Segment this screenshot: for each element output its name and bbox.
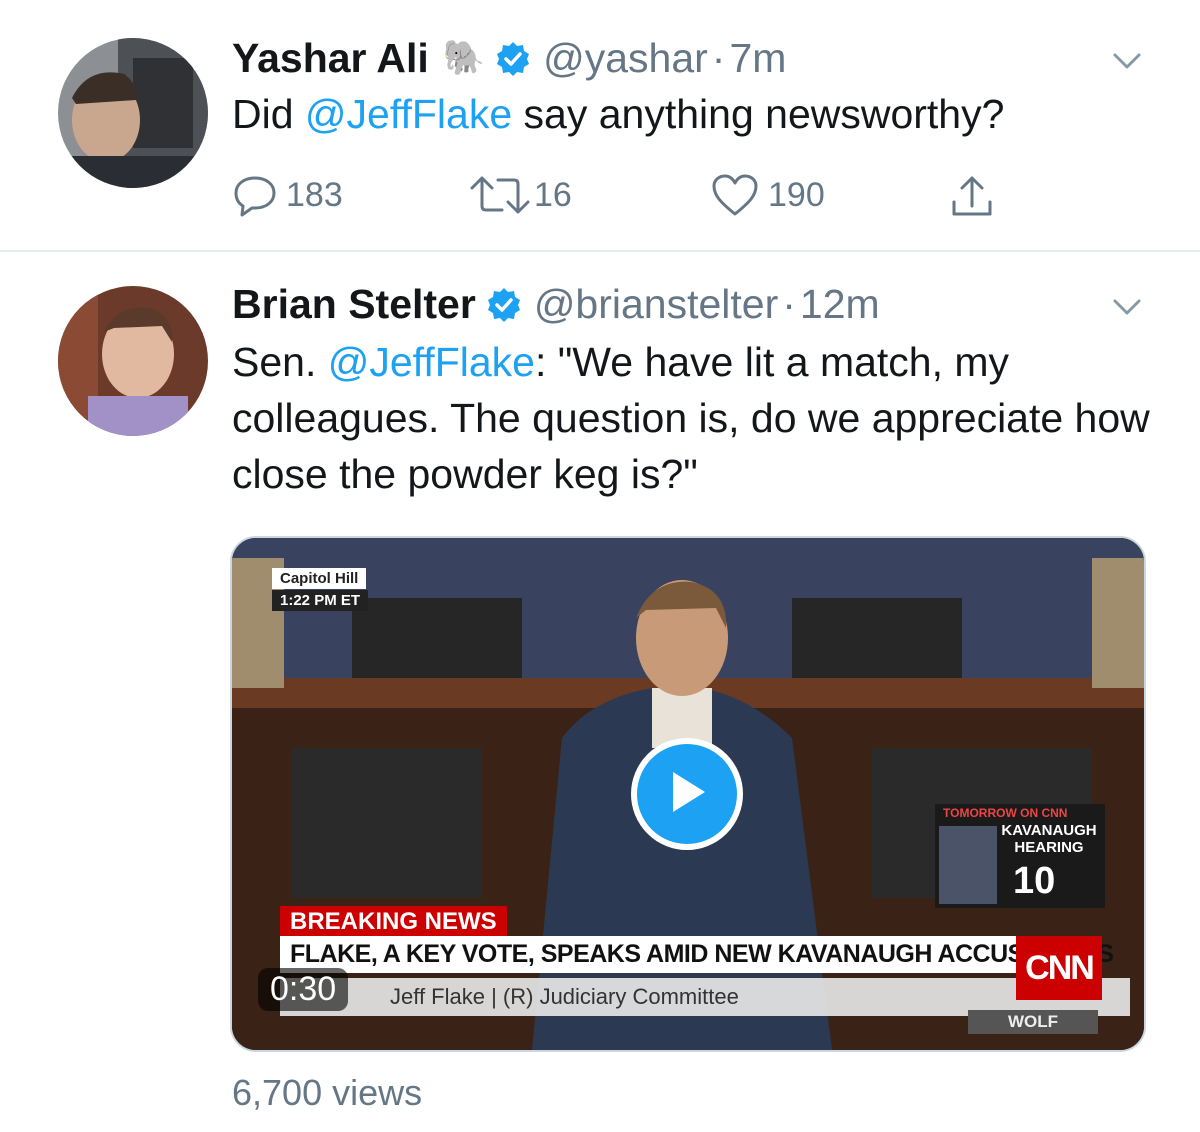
location-bug: Capitol Hill <box>272 568 367 589</box>
share-icon <box>948 174 996 220</box>
tweet-text: Did @JeffFlake say anything newsworthy? <box>232 86 1162 142</box>
mention-link[interactable]: @JeffFlake <box>328 339 535 385</box>
display-name[interactable]: Yashar Ali <box>232 35 429 82</box>
view-count: 6,700 views <box>232 1072 423 1113</box>
tweet-text-prefix: Sen. <box>232 339 328 385</box>
avatar[interactable] <box>58 286 208 436</box>
tweet-header: Brian Stelter @brianstelter · 12m <box>232 276 880 332</box>
tweet-text-prefix: Did <box>232 91 305 137</box>
retweet-count: 16 <box>534 175 572 214</box>
share-button[interactable] <box>948 174 996 220</box>
elephant-emoji: 🐘 <box>442 39 486 77</box>
user-handle[interactable]: @brianstelter <box>534 281 778 328</box>
play-icon <box>665 768 709 821</box>
reply-button[interactable]: 183 <box>232 172 343 218</box>
promo-heading: TOMORROW ON CNN <box>943 806 1068 820</box>
mention-link[interactable]: @JeffFlake <box>305 91 512 137</box>
chevron-down-icon[interactable] <box>1112 46 1142 76</box>
separator-dot: · <box>711 34 726 81</box>
verified-badge-icon <box>486 286 522 322</box>
play-button[interactable] <box>631 738 743 850</box>
timestamp[interactable]: 7m <box>729 35 786 82</box>
promo-title: KAVANAUGH HEARING <box>1001 822 1097 856</box>
promo-box: TOMORROW ON CNN KAVANAUGH HEARING 10 <box>935 804 1105 908</box>
like-count: 190 <box>768 175 825 214</box>
tweet-brianstelter[interactable]: Brian Stelter @brianstelter · 12m Sen. @… <box>0 252 1200 1132</box>
video-player[interactable]: Capitol Hill 1:22 PM ET TOMORROW ON CNN … <box>230 536 1146 1052</box>
tweet-yashar[interactable]: Yashar Ali 🐘 @yashar · 7m Did @JeffFlake… <box>0 0 1200 252</box>
verified-badge-icon <box>495 40 531 76</box>
tweet-actions: 183 16 190 <box>232 172 1032 222</box>
reply-count: 183 <box>286 175 343 214</box>
reply-icon <box>232 172 278 218</box>
tweet-header: Yashar Ali 🐘 @yashar · 7m <box>232 30 786 86</box>
separator-dot: · <box>782 280 796 327</box>
tweet-text: Sen. @JeffFlake: "We have lit a match, m… <box>232 334 1162 502</box>
time-bug: 1:22 PM ET <box>272 590 369 611</box>
show-name: WOLF <box>968 1010 1098 1034</box>
headline-chyron: FLAKE, A KEY VOTE, SPEAKS AMID NEW KAVAN… <box>280 936 1114 973</box>
promo-time: 10 <box>1013 860 1056 902</box>
retweet-button[interactable]: 16 <box>468 172 572 218</box>
retweet-icon <box>468 172 532 218</box>
video-duration: 0:30 <box>258 968 349 1011</box>
network-logo: CNN <box>1016 936 1102 1000</box>
user-handle[interactable]: @yashar <box>543 35 708 82</box>
avatar[interactable] <box>58 38 208 188</box>
breaking-news-label: BREAKING NEWS <box>280 906 507 938</box>
chevron-down-icon[interactable] <box>1112 292 1142 322</box>
timestamp[interactable]: 12m <box>800 281 880 328</box>
heart-icon <box>710 172 760 218</box>
tweet-text-suffix: say anything newsworthy? <box>512 91 1005 137</box>
promo-thumbnail <box>939 826 997 904</box>
display-name[interactable]: Brian Stelter <box>232 281 476 328</box>
like-button[interactable]: 190 <box>710 172 825 218</box>
